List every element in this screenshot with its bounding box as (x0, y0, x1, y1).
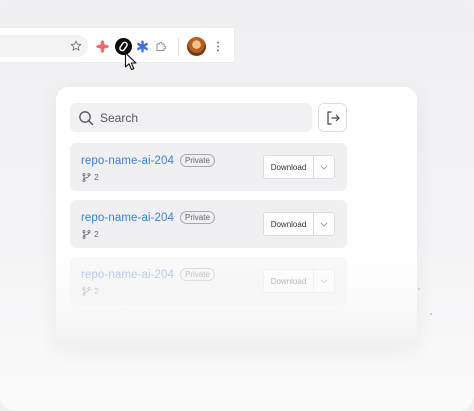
repo-card[interactable]: repo-name-ai-204 Private 2 Download (70, 257, 347, 305)
search-box[interactable] (70, 103, 312, 132)
branch-icon (82, 229, 91, 239)
visibility-badge: Private (180, 268, 215, 281)
download-split-button: Download (263, 269, 335, 293)
repo-name-link[interactable]: repo-name-ai-204 (81, 155, 174, 167)
branch-icon (82, 172, 91, 182)
branch-icon (82, 286, 91, 296)
repo-meta: 2 (82, 172, 99, 182)
logout-button[interactable] (318, 103, 347, 132)
repo-name-link[interactable]: repo-name-ai-204 (81, 212, 174, 224)
download-split-button: Download (263, 155, 335, 179)
toolbar-divider (178, 38, 179, 56)
red-asterisk-extension-icon[interactable] (96, 40, 109, 53)
more-menu-icon[interactable] (215, 40, 221, 53)
repo-card[interactable]: repo-name-ai-204 Private 2 Download (70, 143, 347, 191)
decorative-dot (430, 313, 432, 315)
repo-meta: 2 (82, 229, 99, 239)
logout-icon (326, 110, 340, 125)
download-button[interactable]: Download (264, 156, 314, 178)
chevron-down-icon (320, 221, 328, 227)
branch-count: 2 (94, 286, 99, 296)
download-split-button: Download (263, 212, 335, 236)
star-icon[interactable] (70, 40, 82, 52)
profile-avatar[interactable] (187, 37, 206, 56)
download-options-button[interactable] (314, 156, 334, 178)
download-button[interactable]: Download (264, 213, 314, 235)
chevron-down-icon (320, 164, 328, 170)
download-options-button[interactable] (314, 213, 334, 235)
chevron-down-icon (320, 278, 328, 284)
extension-popup: repo-name-ai-204 Private 2 Download repo… (56, 87, 417, 347)
puzzle-extensions-icon[interactable] (155, 40, 167, 52)
search-input[interactable] (100, 110, 300, 125)
visibility-badge: Private (180, 154, 215, 167)
mouse-cursor-icon (124, 52, 137, 71)
decorative-dot (418, 288, 420, 290)
branch-count: 2 (94, 229, 99, 239)
visibility-badge: Private (180, 211, 215, 224)
download-button[interactable]: Download (264, 270, 314, 292)
repo-meta: 2 (82, 286, 99, 296)
download-options-button[interactable] (314, 270, 334, 292)
repo-name-link[interactable]: repo-name-ai-204 (81, 269, 174, 281)
repo-card[interactable]: repo-name-ai-204 Private 2 Download (70, 200, 347, 248)
branch-count: 2 (94, 172, 99, 182)
search-icon (79, 110, 94, 125)
